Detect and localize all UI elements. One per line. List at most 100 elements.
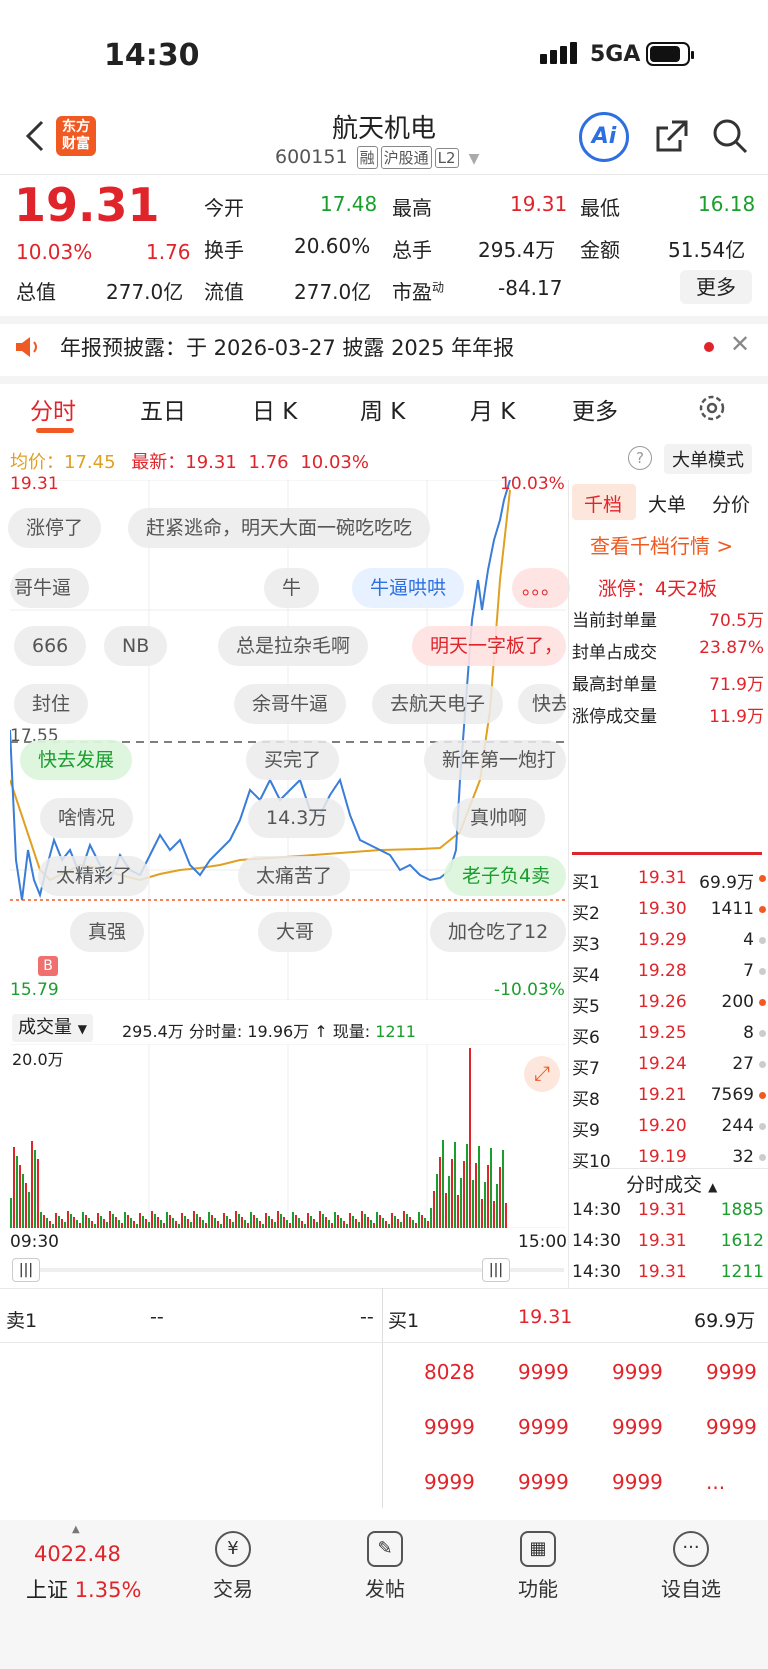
tab-monthly[interactable]: 月 K <box>470 392 515 426</box>
comment-bubble[interactable]: NB <box>104 626 168 666</box>
comment-bubble[interactable]: 快去发展 <box>20 740 133 780</box>
volume-bar <box>484 1182 486 1228</box>
volume-bar <box>133 1221 135 1228</box>
queue-order: 8028 <box>424 1360 475 1384</box>
volume-bar <box>493 1201 495 1228</box>
more-button[interactable]: 更多 <box>680 270 752 304</box>
volume-bar <box>229 1219 231 1228</box>
volume-bar <box>211 1215 213 1228</box>
volume-value: 295.4万 <box>478 238 556 262</box>
amount-value: 51.54亿 <box>668 238 746 262</box>
tab-daily[interactable]: 日 K <box>252 392 297 426</box>
ai-button[interactable]: Ai <box>579 112 629 162</box>
index-value[interactable]: 4022.48 <box>34 1542 121 1566</box>
pe-value: -84.17 <box>498 276 563 300</box>
volume-bar <box>409 1217 411 1228</box>
nav-post[interactable]: ✎ 发帖 <box>340 1531 430 1602</box>
comment-bubble[interactable]: 去航天电子 <box>372 684 504 724</box>
comment-bubble[interactable]: 牛逼哄哄 <box>352 568 465 608</box>
expand-icon[interactable]: ⤢ <box>524 1056 560 1092</box>
bid-row[interactable]: 买6 19.25 8 <box>572 1023 768 1048</box>
help-icon[interactable]: ? <box>628 446 652 470</box>
nav-functions[interactable]: ▦ 功能 <box>493 1531 583 1602</box>
tab-intraday[interactable]: 分时 <box>30 392 76 426</box>
volume-bar <box>259 1221 261 1228</box>
comment-bubble[interactable]: 老子负4卖 <box>444 856 566 896</box>
volume-bar <box>277 1211 279 1228</box>
volume-bar <box>355 1219 357 1228</box>
bid-row[interactable]: 买3 19.29 4 <box>572 930 768 955</box>
comment-bubble[interactable]: 加仓吃了12 <box>430 912 566 952</box>
comment-bubble[interactable]: 涨停了 <box>8 508 102 548</box>
nav-trade[interactable]: ¥ 交易 <box>188 1531 278 1602</box>
range-slider-left-handle[interactable]: ||| <box>12 1258 40 1282</box>
volume-bar <box>127 1215 129 1228</box>
bid-row[interactable]: 买8 19.21 7569 <box>572 1085 768 1110</box>
side-tab-big[interactable]: 大单 <box>648 490 686 517</box>
comment-bubble[interactable]: 总是拉杂毛啊 <box>218 626 369 666</box>
comment-bubble[interactable]: 真帅啊 <box>452 798 546 838</box>
network-label: 5GA <box>590 42 641 67</box>
tag-connect: 沪股通 <box>380 146 432 169</box>
search-icon[interactable] <box>710 116 750 156</box>
side-tab-price[interactable]: 分价 <box>712 490 750 517</box>
ticks-title[interactable]: 分时成交 ▲ <box>626 1170 717 1197</box>
settings-icon[interactable] <box>696 392 728 424</box>
volume-bar <box>85 1215 87 1228</box>
share-icon[interactable] <box>652 116 692 156</box>
comment-bubble[interactable]: 赶紧逃命，明天大面一碗吃吃吃 <box>128 508 431 548</box>
tab-5day[interactable]: 五日 <box>140 392 186 426</box>
comment-bubble[interactable]: 14.3万 <box>248 798 346 838</box>
dropdown-icon[interactable]: ▼ <box>469 151 480 167</box>
volume-selector[interactable]: 成交量 ▼ <box>12 1014 93 1042</box>
comment-bubble[interactable]: 太精彩了 <box>38 856 151 896</box>
tab-more[interactable]: 更多 <box>572 392 618 426</box>
queue-order: ... <box>706 1470 726 1494</box>
volume-bar <box>322 1214 324 1228</box>
comment-bubble[interactable]: 真强 <box>70 912 145 952</box>
volume-bar <box>496 1184 498 1228</box>
bid-row[interactable]: 买1 19.31 69.9万 <box>572 868 768 893</box>
comment-bubble[interactable]: 。。。 <box>512 568 571 608</box>
high-value: 19.31 <box>510 192 568 216</box>
comment-bubble[interactable]: 666 <box>14 626 87 666</box>
volume-bar <box>88 1218 90 1228</box>
bid-row[interactable]: 买2 19.30 1411 <box>572 899 768 924</box>
volume-bar <box>136 1224 138 1228</box>
comment-bubble[interactable]: 大哥 <box>258 912 333 952</box>
bid-row[interactable]: 买9 19.20 244 <box>572 1116 768 1141</box>
comment-bubble[interactable]: 明天一字板了， <box>412 626 566 666</box>
comment-bubble[interactable]: 余哥牛逼 <box>234 684 347 724</box>
comment-bubble[interactable]: 牛 <box>264 568 320 608</box>
volume-bar <box>295 1215 297 1228</box>
battery-icon <box>646 42 694 66</box>
buy-marker[interactable]: B <box>38 956 58 976</box>
comment-bubble[interactable]: 啥情况 <box>40 798 134 838</box>
pe-label: 市盈动 <box>392 280 445 304</box>
big-order-mode-button[interactable]: 大单模式 <box>664 444 752 474</box>
volume-bar <box>370 1220 372 1228</box>
volume-bar <box>475 1163 477 1228</box>
comment-bubble[interactable]: 哥牛逼 <box>10 568 90 608</box>
volume-bar <box>286 1220 288 1228</box>
volume-bar <box>343 1221 345 1228</box>
comment-bubble[interactable]: 快去 <box>518 684 566 724</box>
side-tab-orderbook[interactable]: 千档 <box>584 490 622 517</box>
notice-text[interactable]: 年报预披露：于 2026-03-27 披露 2025 年年报 <box>60 332 514 362</box>
bid-row[interactable]: 买4 19.28 7 <box>572 961 768 986</box>
volume-bar <box>166 1212 168 1228</box>
comment-bubble[interactable]: 买完了 <box>246 740 340 780</box>
range-slider-right-handle[interactable]: ||| <box>482 1258 510 1282</box>
bid-row[interactable]: 买7 19.24 27 <box>572 1054 768 1079</box>
comment-bubble[interactable]: 封住 <box>14 684 89 724</box>
volume-bar <box>289 1223 291 1228</box>
comment-bubble[interactable]: 新年第一炮打 <box>424 740 566 780</box>
avg-info: 均价：17.45 最新：19.31 1.76 10.03% <box>10 452 369 473</box>
nav-watchlist[interactable]: ··· 设自选 <box>646 1531 736 1602</box>
orderbook-link[interactable]: 查看千档行情 > <box>590 530 733 559</box>
comment-bubble[interactable]: 太痛苦了 <box>238 856 351 896</box>
close-icon[interactable]: ✕ <box>730 330 750 358</box>
tab-weekly[interactable]: 周 K <box>360 392 405 426</box>
index-name-row[interactable]: 上证 1.35% <box>26 1574 141 1604</box>
bid-row[interactable]: 买5 19.26 200 <box>572 992 768 1017</box>
